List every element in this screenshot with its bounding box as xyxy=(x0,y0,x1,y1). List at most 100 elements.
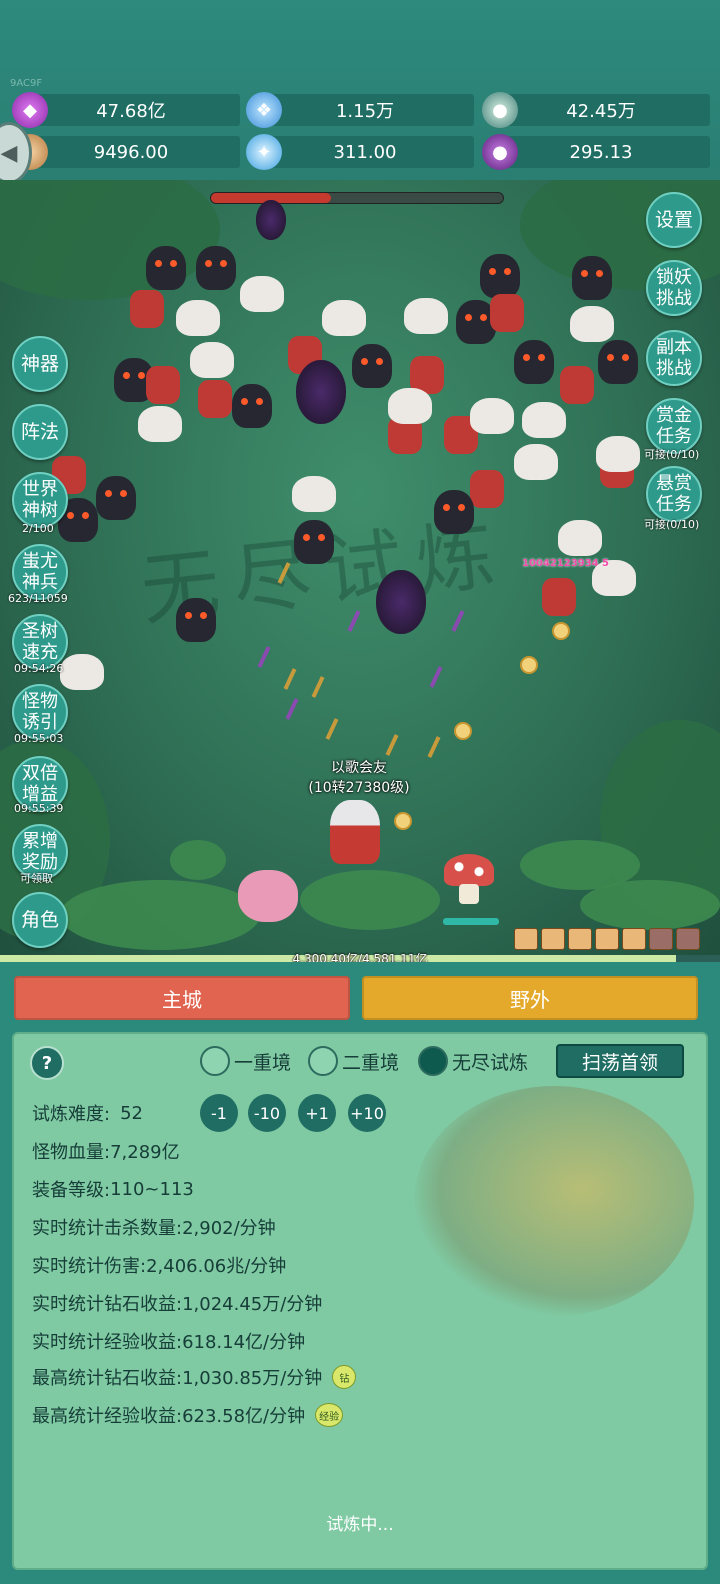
stat-label: 实时统计钻石收益: xyxy=(32,1294,183,1315)
formation-button[interactable]: 阵法 xyxy=(12,404,68,460)
skill-icon[interactable] xyxy=(541,928,565,950)
monster xyxy=(514,340,554,384)
button-label: 双倍 增益 xyxy=(22,763,58,805)
monster xyxy=(480,254,520,298)
flying-sword xyxy=(257,646,271,668)
monster xyxy=(190,342,234,378)
difficulty-plus-1-button[interactable]: +1 xyxy=(298,1094,336,1132)
monster xyxy=(470,398,514,434)
stat-label: 最高统计经验收益: xyxy=(32,1406,183,1427)
realm-label: 二重境 xyxy=(342,1051,400,1074)
monster xyxy=(292,476,336,512)
button-label: 角色 xyxy=(20,908,59,931)
flying-sword xyxy=(385,734,399,756)
realm-option-endless[interactable]: 无尽试炼 xyxy=(418,1046,528,1076)
difficulty-value: 52 xyxy=(120,1102,143,1124)
realm-label: 无尽试炼 xyxy=(452,1051,529,1074)
demon-lock-challenge-button[interactable]: 锁妖 挑战 xyxy=(646,260,702,316)
button-label: 扫荡首领 xyxy=(581,1051,658,1074)
dark-vortex xyxy=(256,200,286,240)
skill-icon[interactable] xyxy=(514,928,538,950)
resource-value: 42.45万 xyxy=(566,101,636,122)
stat-value: 2,902/分钟 xyxy=(182,1218,276,1239)
monster xyxy=(514,444,558,480)
button-label: -10 xyxy=(253,1103,281,1123)
monster xyxy=(572,256,612,300)
bush xyxy=(580,880,720,930)
monster xyxy=(60,654,104,690)
stat-value: 2,406.06兆/分钟 xyxy=(146,1256,287,1277)
resource-value: 311.00 xyxy=(333,141,397,163)
player-level: (10转27380级) xyxy=(308,780,410,796)
wild-button[interactable]: 野外 xyxy=(362,976,698,1020)
world-tree-button[interactable]: 世界 神树 xyxy=(12,472,68,528)
bush xyxy=(300,870,440,930)
radio-dot xyxy=(308,1046,338,1076)
tree-foliage xyxy=(0,180,220,300)
resource-value: 1.15万 xyxy=(335,101,395,122)
holy-tree-timer: 09:54:26 xyxy=(14,662,64,675)
sweep-boss-button[interactable]: 扫荡首领 xyxy=(556,1044,684,1078)
double-boost-timer: 09:55:39 xyxy=(14,802,64,815)
dark-vortex xyxy=(376,570,426,634)
skill-icon[interactable] xyxy=(568,928,592,950)
settings-button[interactable]: 设置 xyxy=(646,192,702,248)
skill-icon[interactable] xyxy=(649,928,673,950)
resource-blue-crystal: ❖ 1.15万 xyxy=(246,92,474,128)
artifact-button[interactable]: 神器 xyxy=(12,336,68,392)
skill-icon[interactable] xyxy=(622,928,646,950)
monster xyxy=(558,520,602,556)
flying-sword xyxy=(285,698,299,720)
monster xyxy=(232,384,272,428)
reward-quest-button[interactable]: 悬赏 任务 xyxy=(646,466,702,522)
button-label: 阵法 xyxy=(20,420,59,443)
sound-toggle-button[interactable]: ◀ xyxy=(0,122,32,184)
button-label: 副本 挑战 xyxy=(656,337,692,379)
stat-value: 1,024.45万/分钟 xyxy=(182,1294,323,1315)
resource-value: 295.13 xyxy=(569,141,633,163)
button-label: 赏金 任务 xyxy=(656,405,692,447)
resource-horn: 9496.00 xyxy=(12,134,240,170)
difficulty-minus-1-button[interactable]: -1 xyxy=(200,1094,238,1132)
monster xyxy=(596,436,640,472)
skill-icon[interactable] xyxy=(676,928,700,950)
dark-vortex xyxy=(296,360,346,424)
exp-badge-icon[interactable]: 经验 xyxy=(315,1403,344,1427)
character-button[interactable]: 角色 xyxy=(12,892,68,948)
realm-label: 一重境 xyxy=(234,1051,292,1074)
resource-ice-shard: ✦ 311.00 xyxy=(246,134,474,170)
button-label: 累增 奖励 xyxy=(22,831,58,873)
stat-value: 623.58亿/分钟 xyxy=(182,1406,306,1427)
difficulty-plus-10-button[interactable]: +10 xyxy=(348,1094,386,1132)
monster xyxy=(352,344,392,388)
resource-value: 47.68亿 xyxy=(96,101,166,122)
reward-quest-status: 可接(0/10) xyxy=(644,518,700,531)
difficulty-row: 试炼难度: 52 xyxy=(32,1100,143,1126)
diamond-badge-icon[interactable]: 钻 xyxy=(332,1365,357,1389)
build-tag: 9AC9F xyxy=(10,78,43,89)
button-label: 圣树 速充 xyxy=(22,621,58,663)
help-button[interactable]: ? xyxy=(30,1046,64,1080)
flying-sword xyxy=(283,668,297,690)
mushroom-monster xyxy=(444,854,494,886)
main-city-button[interactable]: 主城 xyxy=(14,976,350,1020)
speaker-icon: ◀ xyxy=(0,140,18,166)
stat-best-exp-income: 最高统计经验收益: 623.58亿/分钟 经验 xyxy=(32,1402,344,1428)
flying-sword xyxy=(311,676,325,698)
button-label: 神器 xyxy=(20,352,59,375)
chiyou-weapon-progress: 623/11059 xyxy=(8,592,68,605)
monster xyxy=(570,306,614,342)
skill-icon[interactable] xyxy=(595,928,619,950)
dungeon-challenge-button[interactable]: 副本 挑战 xyxy=(646,330,702,386)
button-label: +10 xyxy=(350,1103,384,1123)
battle-scene: 无尽试炼 10042123934 5 以歌会友 (10转27380级) 神器 阵… xyxy=(0,180,720,962)
difficulty-label: 试炼难度: xyxy=(32,1104,111,1125)
potion-icon: ● xyxy=(482,134,518,170)
realm-option-2[interactable]: 二重境 xyxy=(308,1046,399,1076)
difficulty-minus-10-button[interactable]: -10 xyxy=(248,1094,286,1132)
player-nameplate: 以歌会友 (10转27380级) xyxy=(300,758,418,798)
realm-option-1[interactable]: 一重境 xyxy=(200,1046,291,1076)
stat-value: 1,030.85万/分钟 xyxy=(182,1368,323,1389)
button-label: 悬赏 任务 xyxy=(656,473,692,515)
blue-crystal-icon: ❖ xyxy=(246,92,282,128)
